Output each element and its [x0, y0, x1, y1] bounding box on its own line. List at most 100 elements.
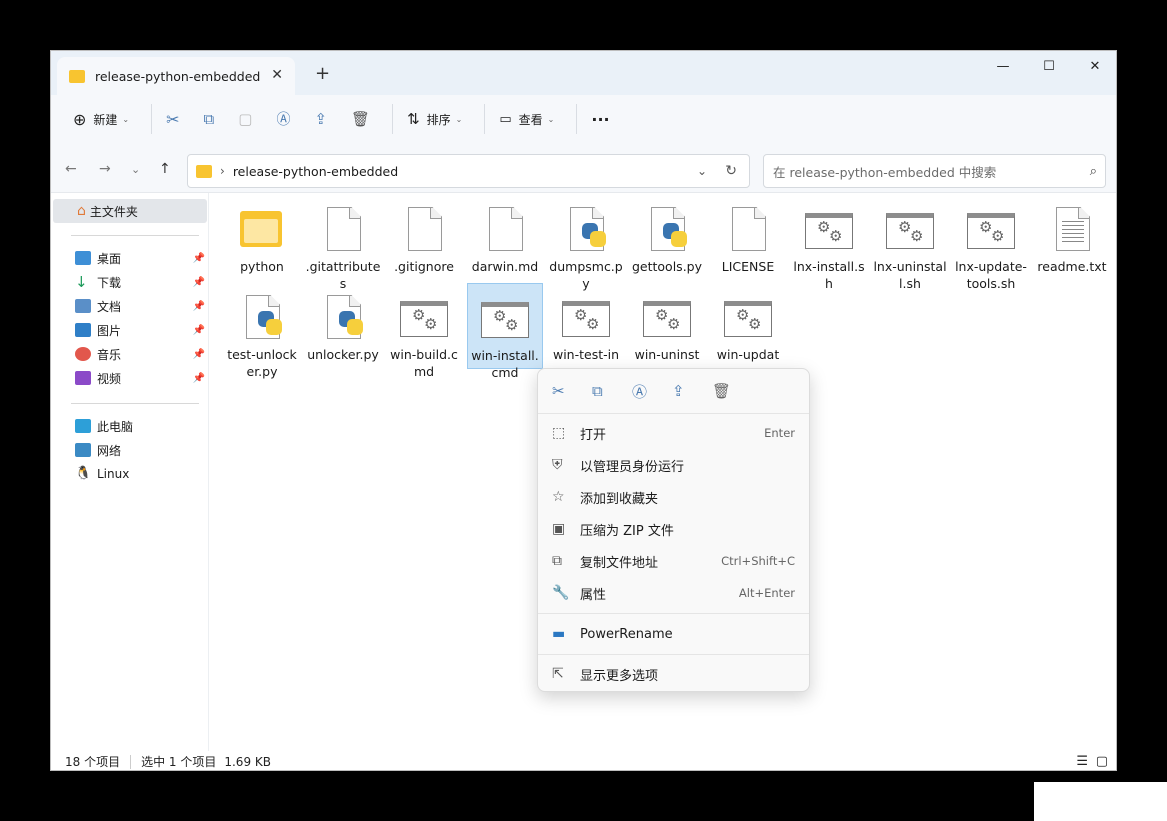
- cut-icon[interactable]: ✂: [552, 382, 592, 400]
- divider: [392, 104, 394, 134]
- tab-title: release-python-embedded: [95, 68, 261, 84]
- refresh-icon[interactable]: ↻: [725, 163, 737, 179]
- search-box[interactable]: 在 release-python-embedded 中搜索 ⌕: [763, 154, 1106, 188]
- icon-part: [1062, 221, 1084, 243]
- sidebar-item-music[interactable]: 音乐 📌: [75, 343, 205, 365]
- menu-item-powerrename[interactable]: ▬ PowerRename: [538, 619, 809, 649]
- shield-icon: ⛨: [552, 457, 563, 473]
- file-item[interactable]: ⚙ ⚙ lnx-uninstall.sh: [872, 195, 948, 291]
- file-item[interactable]: ⚙ ⚙ win-updat: [710, 283, 786, 369]
- minimize-button[interactable]: —: [980, 55, 1026, 79]
- rename-button[interactable]: Ⓐ: [268, 103, 298, 135]
- sidebar-item-home[interactable]: ⌂ 主文件夹: [53, 199, 207, 223]
- more-button[interactable]: ···: [583, 103, 617, 135]
- view-icon: ▭: [499, 111, 512, 127]
- file-item[interactable]: darwin.md: [467, 195, 543, 281]
- file-item[interactable]: dumpsmc.py: [548, 195, 624, 291]
- menu-item-run-as-admin[interactable]: ⛨ 以管理员身份运行: [538, 450, 809, 480]
- file-item[interactable]: ⚙ ⚙ lnx-update-tools.sh: [953, 195, 1029, 291]
- back-button[interactable]: ←: [65, 161, 77, 177]
- close-window-button[interactable]: ✕: [1072, 55, 1116, 79]
- plus-circle-icon: ⊕: [73, 109, 87, 129]
- details-view-icon[interactable]: ☰: [1076, 754, 1088, 769]
- divider: [538, 613, 809, 614]
- address-dropdown-icon[interactable]: ⌄: [697, 164, 707, 178]
- script-file-icon: ⚙ ⚙: [724, 295, 772, 343]
- sidebar-item-pictures[interactable]: 图片 📌: [75, 319, 205, 341]
- forward-button[interactable]: →: [99, 161, 111, 177]
- linux-penguin-icon: 🐧: [75, 466, 92, 481]
- shortcut-label: Ctrl+Shift+C: [721, 554, 795, 568]
- file-item[interactable]: unlocker.py: [305, 283, 381, 369]
- sidebar-item-network[interactable]: 网络: [75, 439, 205, 461]
- view-button[interactable]: ▭ 查看 ⌄: [491, 103, 562, 135]
- selected-count: 选中 1 个项目: [141, 755, 217, 769]
- file-item[interactable]: gettools.py: [629, 195, 705, 281]
- sidebar-item-linux[interactable]: 🐧 Linux: [75, 463, 205, 485]
- document-icon: [319, 207, 367, 255]
- clipboard-icon: ▢: [238, 110, 253, 128]
- up-button[interactable]: ↑: [159, 161, 171, 177]
- star-icon: ☆: [552, 489, 565, 505]
- menu-item-show-more-options[interactable]: ⇱ 显示更多选项: [538, 659, 809, 689]
- rename-icon[interactable]: Ⓐ: [632, 381, 672, 402]
- menu-item-compress-zip[interactable]: ▣ 压缩为 ZIP 文件: [538, 514, 809, 544]
- file-item[interactable]: test-unlocker.py: [224, 283, 300, 379]
- new-button[interactable]: ⊕ 新建 ⌄: [65, 103, 137, 135]
- search-input[interactable]: 在 release-python-embedded 中搜索: [773, 162, 996, 181]
- document-icon: [481, 207, 529, 255]
- network-icon: [75, 443, 91, 457]
- sort-button[interactable]: ⇅ 排序 ⌄: [399, 103, 470, 135]
- file-item[interactable]: ⚙ ⚙ win-build.cmd: [386, 283, 462, 379]
- picture-icon: [75, 323, 91, 337]
- close-tab-icon[interactable]: ✕: [271, 67, 283, 83]
- menu-item-properties[interactable]: 🔧 属性 Alt+Enter: [538, 578, 809, 608]
- share-button[interactable]: ⇪: [306, 103, 335, 135]
- file-item[interactable]: ⚙ ⚙ lnx-install.sh: [791, 195, 867, 291]
- tab-release-python-embedded[interactable]: release-python-embedded ✕: [57, 57, 295, 95]
- file-item[interactable]: readme.txt: [1034, 195, 1110, 281]
- file-name: lnx-install.sh: [793, 259, 865, 291]
- sidebar-item-label: 此电脑: [97, 419, 134, 434]
- text-file-icon: [1048, 207, 1096, 255]
- cut-button[interactable]: ✂: [158, 103, 187, 135]
- file-item[interactable]: LICENSE: [710, 195, 786, 281]
- zip-icon: ▣: [552, 521, 566, 537]
- new-tab-button[interactable]: +: [315, 63, 330, 84]
- share-icon[interactable]: ⇪: [672, 382, 712, 400]
- file-item[interactable]: ⚙ ⚙ win-test-in: [548, 283, 624, 369]
- recent-dropdown[interactable]: ⌄: [131, 163, 140, 176]
- divider: [484, 104, 486, 134]
- file-item[interactable]: ⚙ ⚙ win-uninst: [629, 283, 705, 369]
- music-icon: [75, 347, 91, 361]
- sidebar-item-this-pc[interactable]: 此电脑: [75, 415, 205, 437]
- sidebar-item-documents[interactable]: 文档 📌: [75, 295, 205, 317]
- delete-button[interactable]: 🗑: [343, 103, 378, 135]
- sidebar-item-downloads[interactable]: ↓ 下载 📌: [75, 271, 205, 293]
- file-item[interactable]: .gitattributes: [305, 195, 381, 291]
- file-item[interactable]: .gitignore: [386, 195, 462, 281]
- sidebar-item-videos[interactable]: 视频 📌: [75, 367, 205, 389]
- breadcrumb[interactable]: release-python-embedded: [233, 164, 398, 179]
- new-label: 新建: [93, 112, 118, 127]
- sidebar-item-label: 图片: [97, 323, 122, 338]
- title-bar: release-python-embedded ✕ + — ☐ ✕: [51, 51, 1116, 95]
- copy-button[interactable]: ⧉: [196, 103, 223, 135]
- open-icon: ⬚: [552, 425, 566, 441]
- maximize-button[interactable]: ☐: [1026, 55, 1072, 79]
- folder-icon: [238, 207, 286, 255]
- menu-item-copy-path[interactable]: ⧉ 复制文件地址 Ctrl+Shift+C: [538, 546, 809, 576]
- menu-item-add-to-favorites[interactable]: ☆ 添加到收藏夹: [538, 482, 809, 512]
- trash-icon[interactable]: 🗑: [712, 382, 752, 400]
- search-icon: ⌕: [1089, 163, 1097, 179]
- address-bar[interactable]: › release-python-embedded ⌄ ↻: [187, 154, 750, 188]
- copy-icon[interactable]: ⧉: [592, 382, 632, 400]
- file-name: readme.txt: [1037, 259, 1107, 274]
- file-item[interactable]: ⚙ ⚙ win-install.cmd: [467, 283, 543, 380]
- sidebar-item-desktop[interactable]: 桌面 📌: [75, 247, 205, 269]
- folder-item[interactable]: python: [224, 195, 300, 281]
- menu-item-open[interactable]: ⬚ 打开 Enter: [538, 418, 809, 448]
- chevron-down-icon: ⌄: [547, 114, 555, 124]
- tiles-view-icon[interactable]: ▢: [1096, 754, 1108, 769]
- paste-button[interactable]: ▢: [230, 103, 260, 135]
